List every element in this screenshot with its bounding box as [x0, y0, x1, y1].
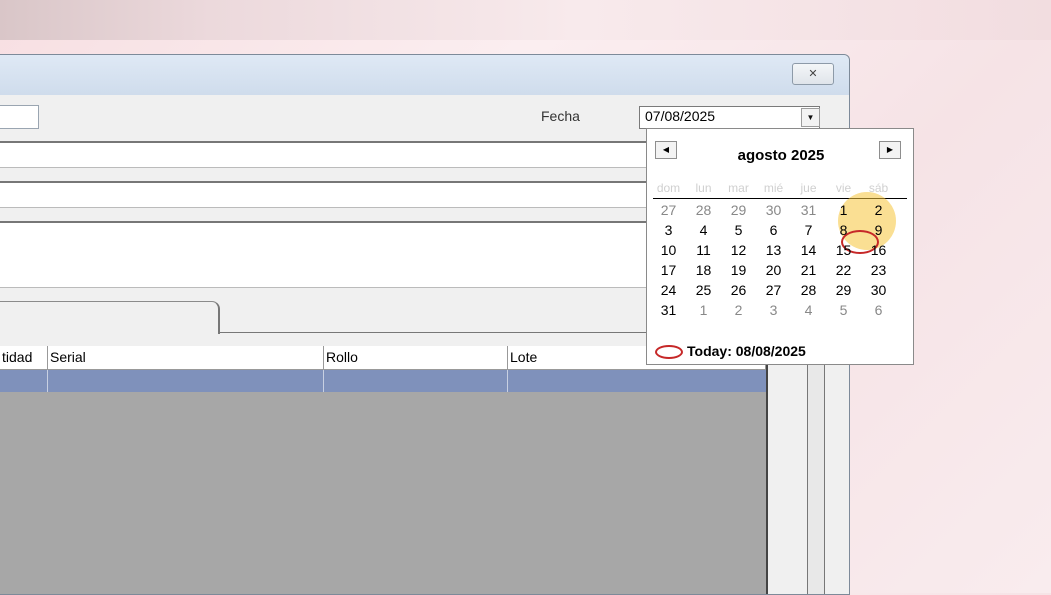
calendar-title: agosto 2025	[737, 147, 825, 164]
scrollbar[interactable]	[807, 346, 825, 594]
table-cell	[324, 370, 508, 392]
date-picker[interactable]: 07/08/2025 ▼	[639, 106, 820, 129]
calendar-day[interactable]: 1	[686, 300, 721, 320]
next-month-button[interactable]: ▶	[879, 141, 901, 159]
weekday: mar	[728, 181, 749, 195]
calendar-day[interactable]: 31	[791, 200, 826, 220]
calendar-popup[interactable]: ◀ agosto 2025 ▶ dom lun mar mié jue vie …	[646, 128, 914, 365]
calendar-day[interactable]: 21	[791, 260, 826, 280]
today-label: Today: 08/08/2025	[687, 343, 806, 359]
table-row[interactable]	[0, 370, 766, 392]
calendar-day[interactable]: 18	[686, 260, 721, 280]
column-header[interactable]: tidad	[0, 346, 48, 369]
calendar-day[interactable]: 29	[721, 200, 756, 220]
weekday: lun	[695, 181, 712, 195]
calendar-day[interactable]: 26	[721, 280, 756, 300]
desktop-background	[0, 0, 1051, 40]
column-header[interactable]: Serial	[48, 346, 324, 369]
close-button[interactable]: ✕	[792, 63, 834, 85]
calendar-day[interactable]: 2	[721, 300, 756, 320]
calendar-day[interactable]: 7	[791, 220, 826, 240]
calendar-day[interactable]: 24	[651, 280, 686, 300]
column-header[interactable]: Rollo	[324, 346, 508, 369]
data-grid[interactable]: tidad Serial Rollo Lote	[0, 346, 768, 594]
weekday: mié	[763, 181, 784, 195]
calendar-day[interactable]: 9	[861, 220, 896, 240]
calendar-day[interactable]: 22	[826, 260, 861, 280]
fecha-label: Fecha	[541, 108, 580, 124]
calendar-day[interactable]: 17	[651, 260, 686, 280]
calendar-day[interactable]: 3	[651, 220, 686, 240]
calendar-day[interactable]: 20	[756, 260, 791, 280]
tab[interactable]	[0, 301, 220, 334]
calendar-day[interactable]: 30	[756, 200, 791, 220]
weekday: dom	[656, 181, 681, 195]
calendar-day[interactable]: 23	[861, 260, 896, 280]
calendar-day[interactable]: 11	[686, 240, 721, 260]
calendar-day[interactable]: 30	[861, 280, 896, 300]
calendar-day[interactable]: 4	[686, 220, 721, 240]
calendar-day[interactable]: 8	[826, 220, 861, 240]
calendar-day[interactable]: 2	[861, 200, 896, 220]
calendar-day[interactable]: 6	[861, 300, 896, 320]
calendar-day[interactable]: 29	[826, 280, 861, 300]
weekday: jue	[800, 181, 817, 195]
calendar-day[interactable]: 15	[826, 240, 861, 260]
today-circle-icon	[655, 345, 683, 359]
calendar-day[interactable]: 5	[721, 220, 756, 240]
calendar-day[interactable]: 27	[651, 200, 686, 220]
calendar-day[interactable]: 28	[686, 200, 721, 220]
table-cell	[48, 370, 324, 392]
calendar-day[interactable]: 10	[651, 240, 686, 260]
table-cell	[508, 370, 765, 392]
date-value: 07/08/2025	[645, 108, 716, 124]
title-bar: ✕	[0, 55, 849, 95]
calendar-day[interactable]: 14	[791, 240, 826, 260]
calendar-day[interactable]: 1	[826, 200, 861, 220]
calendar-day[interactable]: 12	[721, 240, 756, 260]
calendar-day[interactable]: 19	[721, 260, 756, 280]
calendar-day[interactable]: 27	[756, 280, 791, 300]
calendar-day[interactable]: 5	[826, 300, 861, 320]
chevron-down-icon[interactable]: ▼	[801, 108, 820, 127]
calendar-day[interactable]: 16	[861, 240, 896, 260]
calendar-day[interactable]: 13	[756, 240, 791, 260]
text-field[interactable]	[0, 105, 39, 129]
calendar-day[interactable]: 25	[686, 280, 721, 300]
today-link[interactable]: Today: 08/08/2025	[655, 343, 905, 363]
calendar-day[interactable]: 31	[651, 300, 686, 320]
calendar-day[interactable]: 28	[791, 280, 826, 300]
calendar-day[interactable]: 3	[756, 300, 791, 320]
table-cell	[0, 370, 48, 392]
calendar-day[interactable]: 6	[756, 220, 791, 240]
calendar-day[interactable]: 4	[791, 300, 826, 320]
